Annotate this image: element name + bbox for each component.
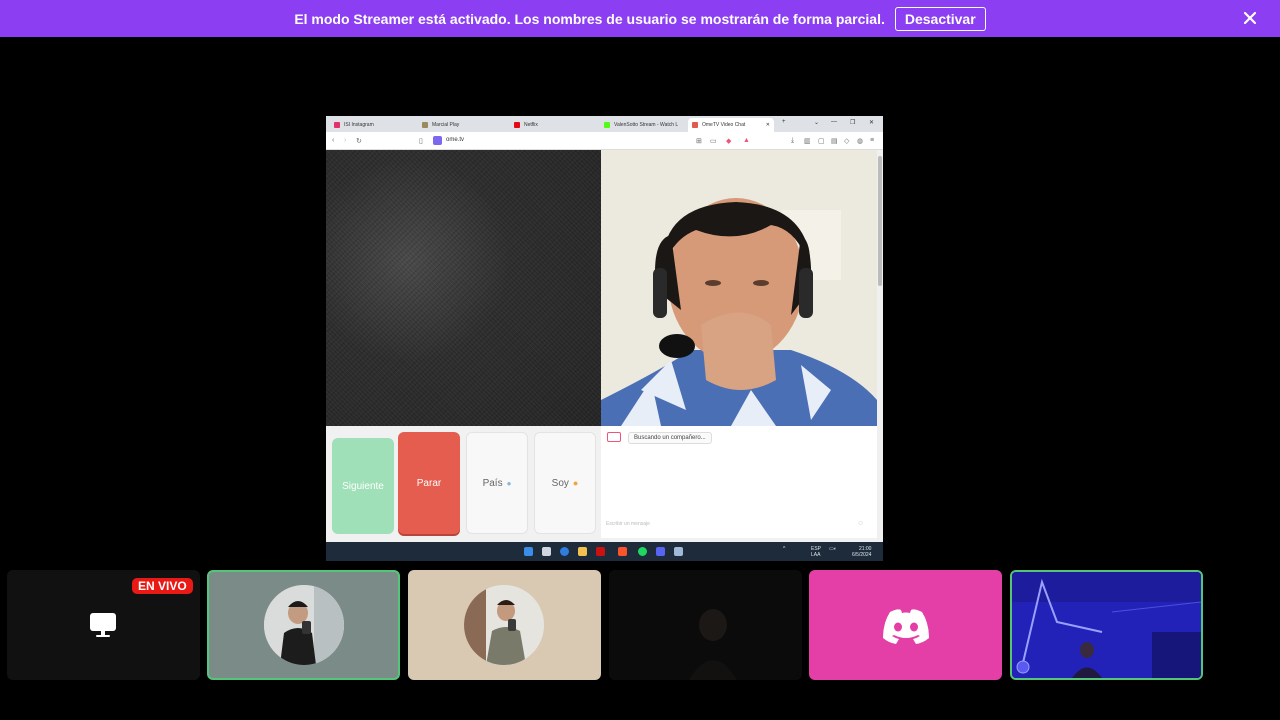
- streamer-mode-banner: El modo Streamer está activado. Los nomb…: [0, 0, 1280, 37]
- site-icon: [422, 122, 428, 128]
- brave-icon[interactable]: [618, 547, 627, 556]
- browser-tab[interactable]: Marcial Play: [418, 118, 502, 132]
- minimize-icon[interactable]: —: [831, 119, 837, 125]
- rewards-icon[interactable]: ▲: [743, 137, 750, 144]
- steam-icon[interactable]: [674, 547, 683, 556]
- webcam-person-image: [601, 150, 877, 426]
- sidebar-icon[interactable]: ▥: [804, 137, 811, 145]
- close-icon[interactable]: [1240, 8, 1260, 28]
- file-explorer-icon[interactable]: [578, 547, 587, 556]
- address-bar: ‹ › ↻ ▯ ome.tv ⊞ ▭ ◆ ▲ ⤓ ▥ ▢ ▤ ◇ ◍ ≡: [326, 132, 883, 150]
- avatar: [464, 585, 544, 665]
- discord-icon: [883, 609, 929, 644]
- chat-input[interactable]: Escribir un mensaje: [606, 521, 650, 527]
- instagram-icon: [334, 122, 340, 128]
- next-button[interactable]: Siguiente: [332, 438, 394, 534]
- banner-message: El modo Streamer está activado. Los nomb…: [294, 10, 885, 27]
- maximize-icon[interactable]: ❐: [850, 119, 855, 126]
- country-label: País: [482, 477, 503, 489]
- browser-tab[interactable]: Netflix: [510, 118, 594, 132]
- face-icon: ●: [572, 478, 579, 488]
- participant-video-tile[interactable]: [609, 570, 802, 680]
- live-badge: EN VIVO: [132, 578, 193, 594]
- avatar: [264, 585, 344, 665]
- browser-tab-bar: ISI Instagram Marcial Play Netflix Valen…: [326, 116, 883, 132]
- chat-status: Buscando un compañero...: [628, 432, 712, 444]
- url-input[interactable]: ome.tv: [446, 137, 464, 143]
- tab-list-icon[interactable]: ⌄: [814, 119, 819, 126]
- emoji-icon[interactable]: ☺: [857, 520, 864, 527]
- network-icon[interactable]: ▭◐: [829, 546, 837, 552]
- country-filter-button[interactable]: País ●: [466, 432, 528, 534]
- ometv-icon: [692, 122, 698, 128]
- screen-icon[interactable]: ▭: [710, 137, 717, 145]
- gender-label: Soy: [551, 477, 569, 489]
- flag-icon: ●: [506, 478, 512, 488]
- participant-tile[interactable]: [408, 570, 601, 680]
- leo-icon[interactable]: ◇: [844, 137, 849, 145]
- stranger-video-static: [326, 150, 601, 426]
- tab-close-icon[interactable]: ✕: [766, 122, 770, 128]
- stop-button[interactable]: Parar: [398, 432, 460, 534]
- forward-icon[interactable]: ›: [344, 137, 346, 144]
- brave-shield-icon[interactable]: ◆: [726, 137, 731, 145]
- back-icon[interactable]: ‹: [332, 137, 334, 144]
- monitor-icon: [90, 613, 116, 637]
- wallet-icon[interactable]: ▢: [818, 137, 825, 145]
- vpn-icon[interactable]: ◍: [857, 137, 863, 145]
- spotify-icon[interactable]: [638, 547, 647, 556]
- chat-panel: Buscando un compañero... Escribir un men…: [601, 426, 877, 538]
- chat-controls: Siguiente Parar País ● Soy ● Buscando un…: [326, 426, 877, 542]
- gender-button[interactable]: Soy ●: [534, 432, 596, 534]
- chat-icon: [607, 432, 621, 442]
- browser-tab[interactable]: ISI Instagram: [330, 118, 414, 132]
- chrome-icon[interactable]: [560, 547, 569, 556]
- blue-led-room-image: [1012, 572, 1201, 678]
- tray-lang[interactable]: ESP LAA: [811, 546, 821, 558]
- download-icon[interactable]: ⤓: [791, 137, 794, 145]
- extension-icon[interactable]: ⊞: [696, 137, 702, 145]
- self-video: [601, 150, 877, 426]
- start-icon[interactable]: [524, 547, 533, 556]
- app-icon[interactable]: [596, 547, 605, 556]
- window-close-icon[interactable]: ✕: [869, 119, 874, 126]
- avatar-image: [264, 585, 344, 665]
- netflix-icon: [514, 122, 520, 128]
- dark-webcam-image: [609, 570, 802, 680]
- discord-participant-tile[interactable]: [809, 570, 1002, 680]
- avatar-image: [464, 585, 544, 665]
- tabs-icon[interactable]: ▤: [831, 137, 838, 145]
- kick-icon: [604, 122, 610, 128]
- clock[interactable]: 21:00 6/5/2024: [852, 546, 871, 558]
- scrollbar-thumb[interactable]: [878, 156, 882, 286]
- screen-share-view: ISI Instagram Marcial Play Netflix Valen…: [326, 116, 883, 561]
- deactivate-button[interactable]: Desactivar: [894, 6, 986, 31]
- site-favicon: [433, 136, 442, 145]
- discord-taskbar-icon[interactable]: [656, 547, 665, 556]
- task-view-icon[interactable]: [542, 547, 551, 556]
- bookmark-icon[interactable]: ▯: [419, 137, 423, 145]
- tray-arrow-icon[interactable]: ^: [783, 546, 785, 552]
- participant-tile[interactable]: [207, 570, 400, 680]
- page-scrollbar[interactable]: [877, 150, 883, 542]
- browser-tab-active[interactable]: OmeTV Video Chat ✕: [688, 118, 774, 132]
- reload-icon[interactable]: ↻: [356, 137, 362, 145]
- participant-video-tile[interactable]: [1010, 570, 1203, 680]
- menu-icon[interactable]: ≡: [870, 137, 874, 144]
- windows-taskbar: ^ ESP LAA ▭◐ 21:00 6/5/2024: [326, 542, 883, 561]
- new-tab-icon[interactable]: +: [782, 119, 786, 125]
- browser-tab[interactable]: ValenSotto Stream - Watch L: [600, 118, 684, 132]
